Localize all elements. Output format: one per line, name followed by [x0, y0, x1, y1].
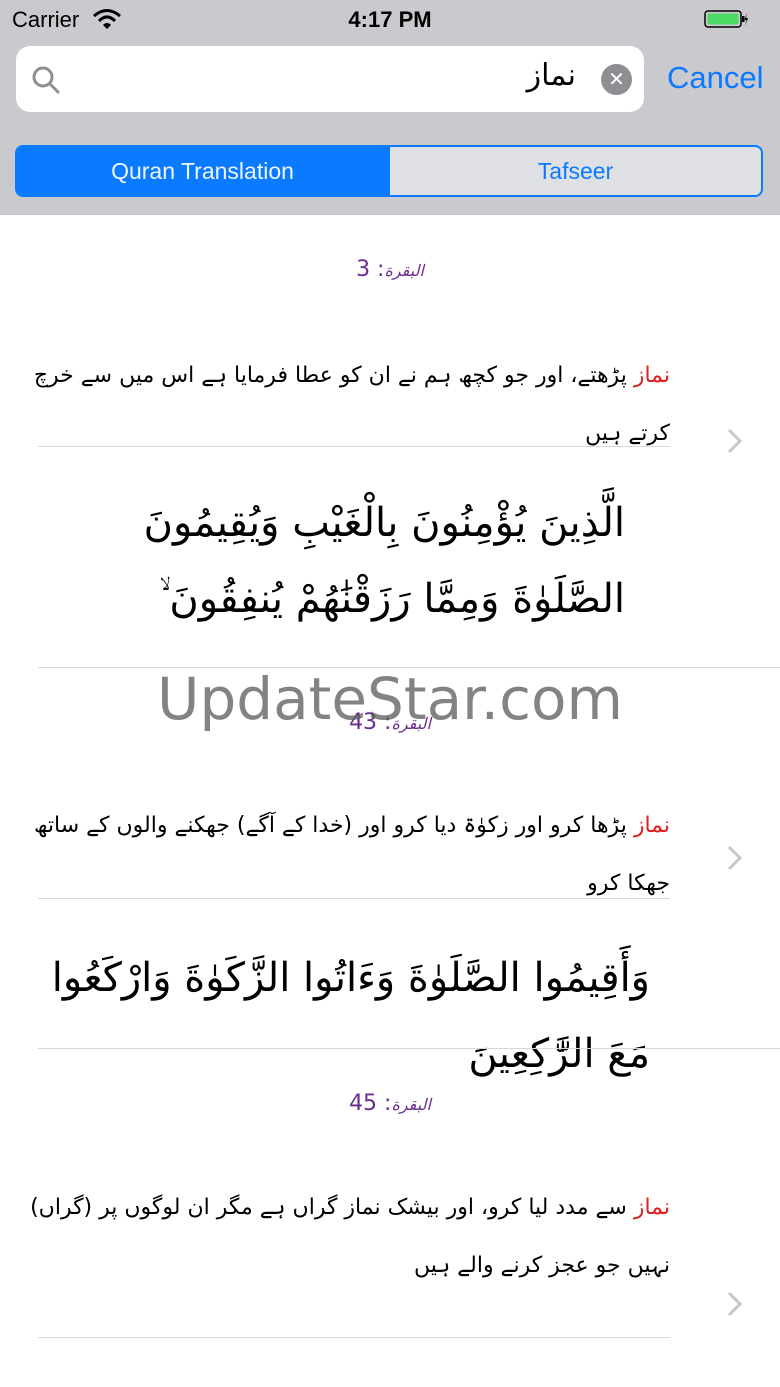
translation-text[interactable]: نماز سے مدد لیا کرو، اور بیشک نماز گراں …: [30, 1179, 670, 1295]
divider: [38, 898, 670, 899]
arabic-verse[interactable]: وَأَقِيمُوا الصَّلَوٰةَ وَءَاتُوا الزَّك…: [50, 940, 650, 1092]
search-input[interactable]: نماز ✕: [16, 46, 644, 112]
tab-tafseer[interactable]: Tafseer: [388, 147, 761, 195]
divider: [38, 1337, 670, 1338]
search-query: نماز: [526, 58, 576, 93]
chevron-right-icon[interactable]: [726, 1290, 744, 1318]
verse-reference: البقرة: 45: [349, 1091, 431, 1116]
divider: [38, 446, 670, 447]
segmented-control: Quran Translation Tafseer: [15, 145, 763, 197]
chevron-right-icon[interactable]: [726, 844, 744, 872]
status-bar: Carrier 4:17 PM: [0, 0, 780, 40]
clear-icon[interactable]: ✕: [601, 64, 632, 95]
verse-reference: البقرة: 3: [356, 257, 424, 282]
status-time: 4:17 PM: [348, 7, 432, 32]
divider: [38, 1048, 780, 1049]
cancel-button[interactable]: Cancel: [667, 60, 764, 96]
battery-icon: [704, 10, 748, 28]
search-icon: [32, 66, 60, 94]
arabic-verse[interactable]: الَّذِينَ يُؤْمِنُونَ بِالْغَيْبِ وَيُقِ…: [25, 485, 625, 637]
highlight-word: نماز: [633, 1195, 670, 1220]
highlight-word: نماز: [633, 363, 670, 388]
tab-quran-translation[interactable]: Quran Translation: [17, 147, 388, 195]
search-header: Carrier 4:17 PM نماز ✕ Cancel Quran Tran…: [0, 0, 780, 215]
results-list: البقرة: 3 نماز پڑھتے، اور جو کچھ ہم نے ا…: [0, 215, 780, 1387]
highlight-word: نماز: [633, 813, 670, 838]
translation-text[interactable]: نماز پڑھا کرو اور زکوٰۃ دیا کرو اور (خدا…: [30, 797, 670, 913]
watermark-text: UpdateStar.com: [157, 665, 623, 733]
chevron-right-icon[interactable]: [726, 427, 744, 455]
